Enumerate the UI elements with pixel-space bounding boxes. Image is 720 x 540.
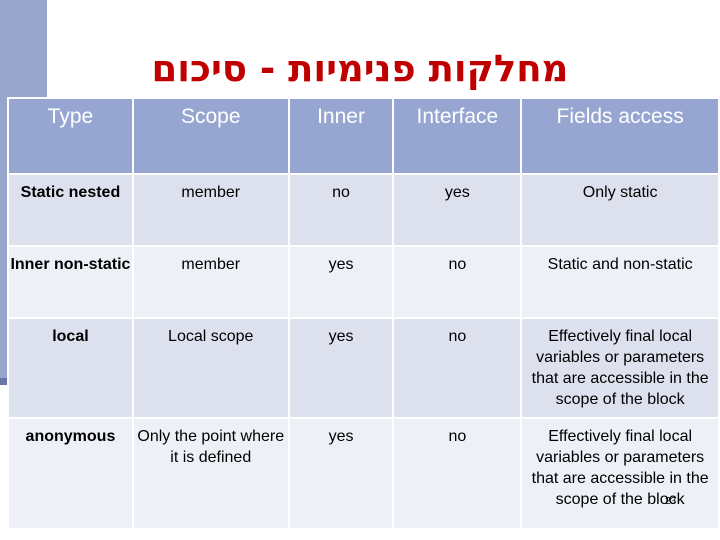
header-inner: Inner [289,99,393,173]
cell-inner: yes [289,419,393,528]
table-row: Static nested member no yes Only static [9,175,718,245]
cell-fields-access: Only static [522,175,718,245]
header-scope: Scope [133,99,288,173]
cell-interface: no [394,247,521,317]
table-row: Inner non-static member yes no Static an… [9,247,718,317]
cell-type: Inner non-static [9,247,132,317]
cell-type: local [9,319,132,417]
cell-fields-access: Effectively final local variables or par… [522,419,718,528]
slide-title: מחלקות פנימיות - סיכום [151,47,569,90]
cell-scope: Only the point where it is defined [133,419,288,528]
cell-interface: yes [394,175,521,245]
cell-inner: yes [289,319,393,417]
cell-scope: member [133,247,288,317]
cell-fields-access: Static and non-static [522,247,718,317]
cell-type: Static nested [9,175,132,245]
cell-inner: no [289,175,393,245]
cell-type: anonymous [9,419,132,528]
cell-fields-access: Effectively final local variables or par… [522,319,718,417]
cell-scope: member [133,175,288,245]
header-interface: Interface [394,99,521,173]
header-type: Type [9,99,132,173]
table-header-row: Type Scope Inner Interface Fields access [9,99,718,173]
decorative-side-bar-base [0,378,7,385]
cell-interface: no [394,319,521,417]
inner-classes-summary-table: Type Scope Inner Interface Fields access… [7,97,720,530]
header-fields-access: Fields access [522,99,718,173]
table-row: anonymous Only the point where it is def… [9,419,718,528]
cell-inner: yes [289,247,393,317]
table-row: local Local scope yes no Effectively fin… [9,319,718,417]
cell-scope: Local scope [133,319,288,417]
page-number: 23 [665,496,677,507]
cell-interface: no [394,419,521,528]
